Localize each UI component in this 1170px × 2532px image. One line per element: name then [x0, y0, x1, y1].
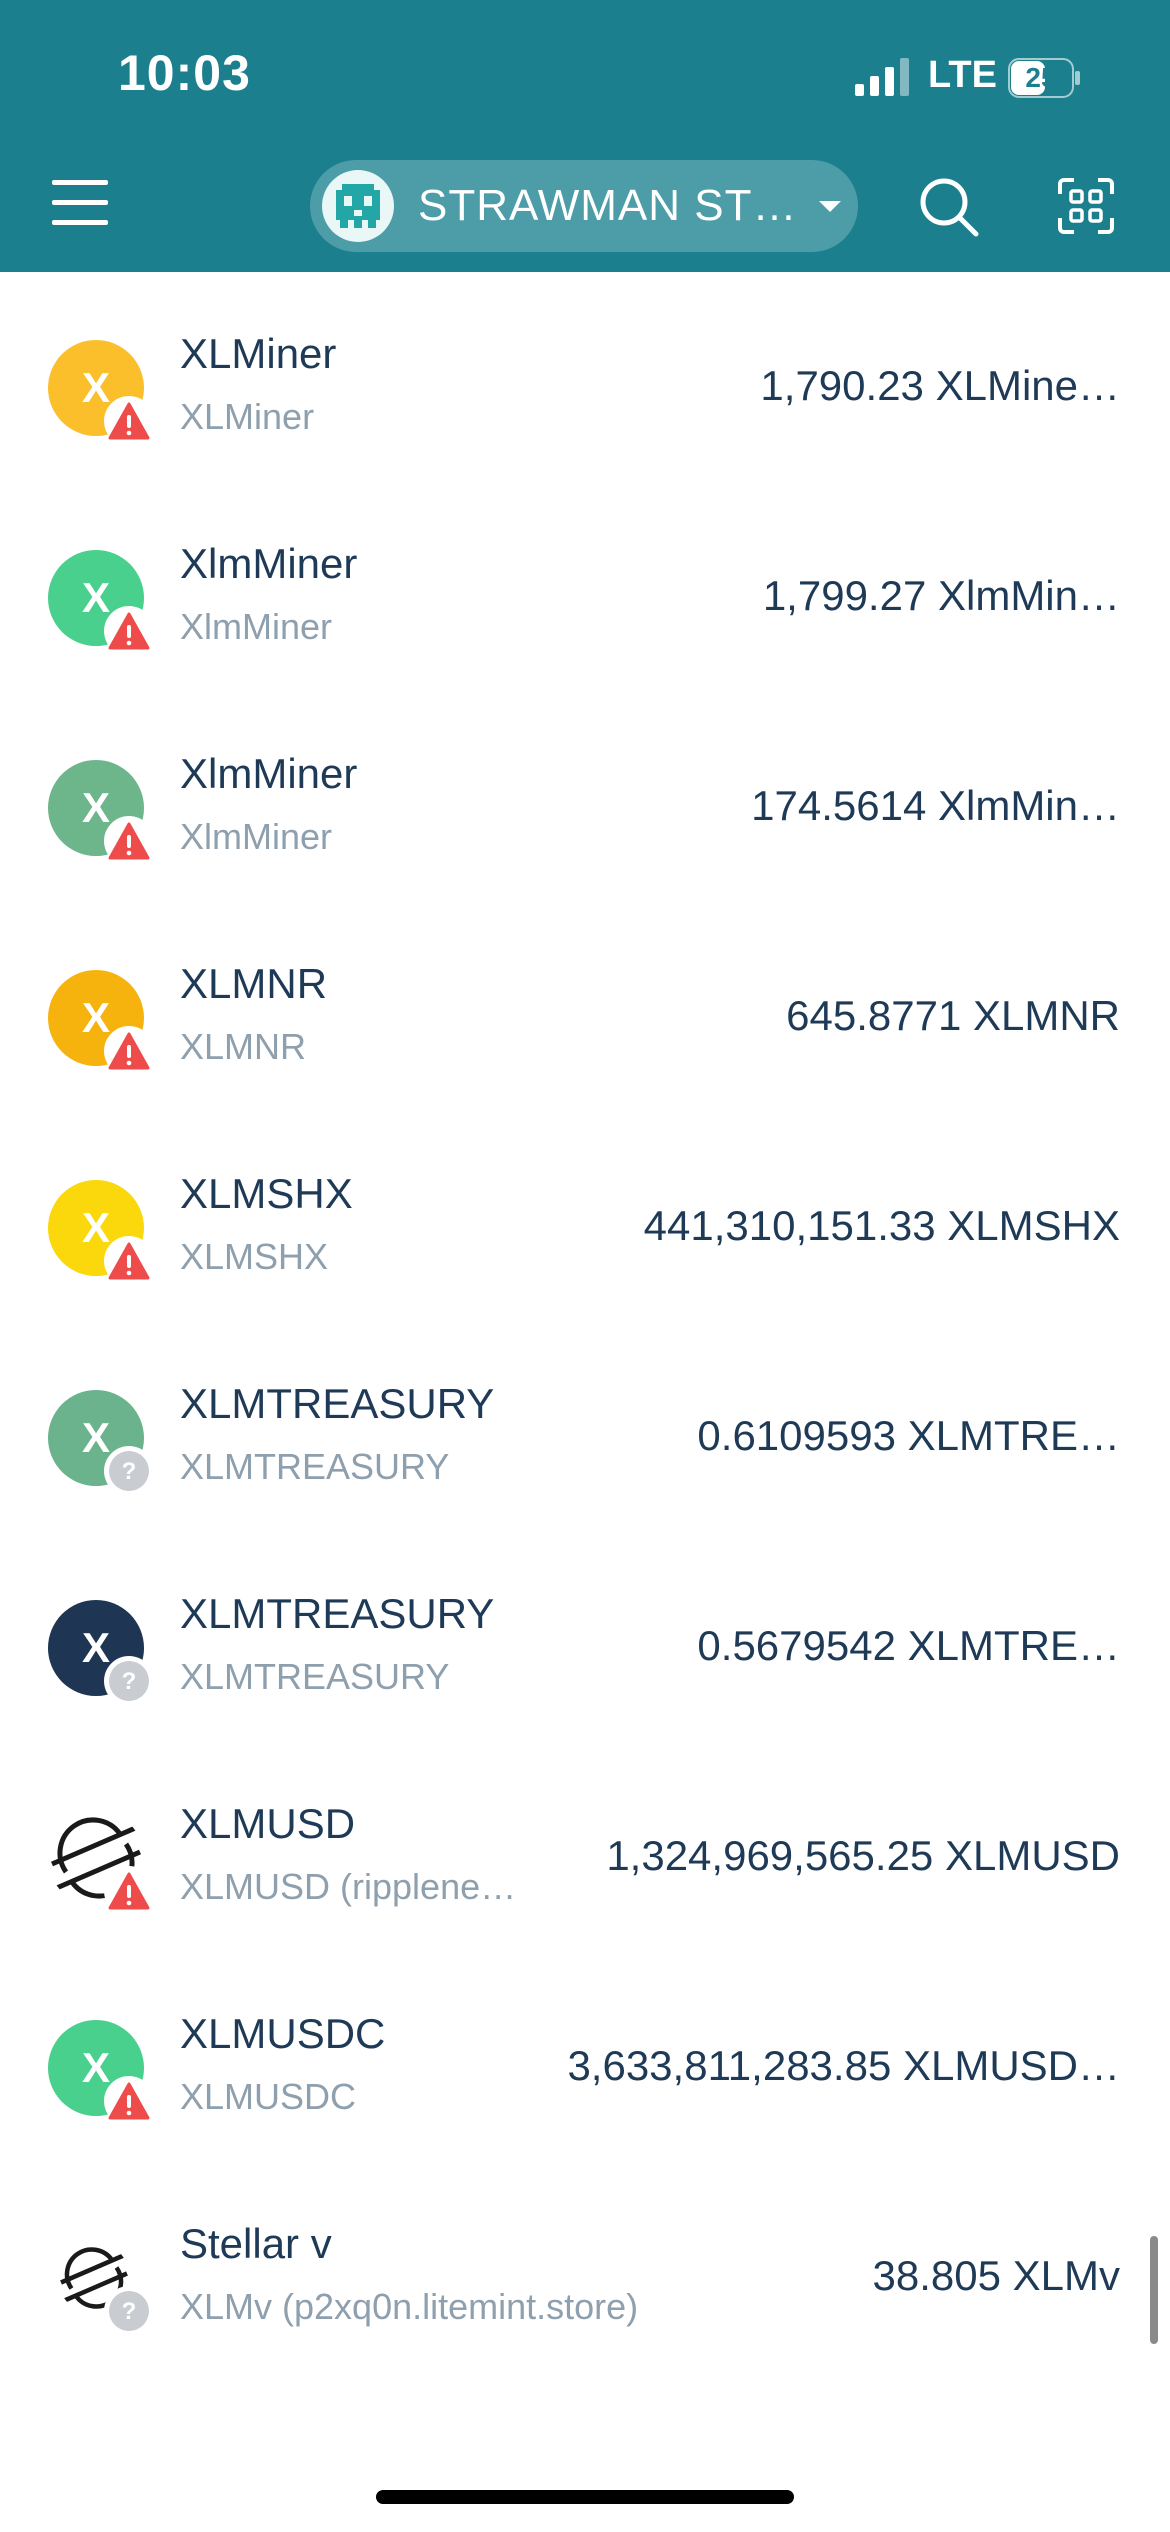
asset-list: X XLMiner XLMiner 1,790.23 XLMine… X Xlm…: [0, 272, 1170, 2372]
asset-issuer: XlmMiner: [180, 816, 333, 857]
asset-balance: 1,799.27 XlmMin…: [762, 572, 1120, 619]
warning-icon: [104, 396, 154, 446]
asset-balance: 645.8771 XLMNR: [786, 992, 1120, 1039]
battery-icon: 25: [1008, 58, 1082, 98]
account-name: STRAWMAN ST…: [418, 181, 798, 230]
asset-code: Stellar v: [180, 2220, 332, 2267]
asset-code: XLMSHX: [180, 1170, 353, 1217]
warning-icon: [104, 816, 154, 866]
scrollbar[interactable]: [1150, 2236, 1158, 2344]
warning-icon: [104, 1866, 154, 1916]
asset-row[interactable]: X XLMiner XLMiner 1,790.23 XLMine…: [0, 272, 1170, 482]
network-type: LTE: [928, 54, 997, 96]
asset-code: XLMUSDC: [180, 2010, 386, 2057]
asset-code: XLMiner: [180, 330, 337, 377]
asset-code: XLMUSD: [180, 1800, 356, 1847]
asset-row[interactable]: X ? XLMTREASURY XLMTREASURY 0.6109593 XL…: [0, 1322, 1170, 1532]
cellular-signal-icon: [855, 58, 909, 96]
asset-balance: 0.6109593 XLMTRE…: [697, 1412, 1120, 1459]
warning-icon: [104, 1236, 154, 1286]
warning-icon: [104, 606, 154, 656]
qr-scan-icon[interactable]: [1056, 176, 1116, 236]
warning-icon: [104, 2076, 154, 2126]
asset-balance: 174.5614 XlmMin…: [751, 782, 1120, 829]
asset-balance: 441,310,151.33 XLMSHX: [643, 1202, 1120, 1249]
account-avatar: [322, 170, 394, 242]
asset-row[interactable]: X XLMNR XLMNR 645.8771 XLMNR: [0, 902, 1170, 1112]
battery-level: 25: [1025, 62, 1057, 93]
asset-row[interactable]: X XlmMiner XlmMiner 1,799.27 XlmMin…: [0, 482, 1170, 692]
svg-text:?: ?: [122, 2298, 137, 2325]
asset-row[interactable]: X XLMSHX XLMSHX 441,310,151.33 XLMSHX: [0, 1112, 1170, 1322]
asset-row[interactable]: XLMUSD XLMUSD (ripplene… 1,324,969,565.2…: [0, 1742, 1170, 1952]
asset-balance: 38.805 XLMv: [872, 2252, 1121, 2299]
asset-balance: 1,790.23 XLMine…: [760, 362, 1120, 409]
asset-issuer: XLMUSDC: [180, 2076, 357, 2117]
asset-balance: 3,633,811,283.85 XLMUSD…: [567, 2042, 1120, 2089]
asset-code: XlmMiner: [180, 750, 358, 797]
home-indicator[interactable]: [376, 2490, 794, 2504]
asset-code: XlmMiner: [180, 540, 358, 587]
asset-row[interactable]: ? Stellar v XLMv (p2xq0n.litemint.store)…: [0, 2162, 1170, 2372]
asset-balance: 1,324,969,565.25 XLMUSD: [606, 1832, 1120, 1879]
app-header: 10:03 LTE 25 STRAWMAN ST…: [0, 0, 1170, 272]
question-mark-icon: ?: [104, 1656, 154, 1706]
asset-row[interactable]: X XLMUSDC XLMUSDC 3,633,811,283.85 XLMUS…: [0, 1952, 1170, 2162]
asset-code: XLMTREASURY: [180, 1380, 495, 1427]
svg-text:?: ?: [122, 1458, 137, 1485]
asset-code: XLMTREASURY: [180, 1590, 495, 1637]
warning-icon: [104, 1026, 154, 1076]
hamburger-menu-icon[interactable]: [52, 176, 112, 232]
asset-issuer: XLMSHX: [180, 1236, 329, 1277]
asset-issuer: XLMTREASURY: [180, 1656, 450, 1697]
asset-code: XLMNR: [180, 960, 328, 1007]
asset-issuer: XLMUSD (ripplene…: [180, 1866, 517, 1907]
asset-issuer: XlmMiner: [180, 606, 333, 647]
asset-issuer: XLMiner: [180, 396, 315, 437]
asset-issuer: XLMv (p2xq0n.litemint.store): [180, 2286, 639, 2327]
svg-text:?: ?: [122, 1668, 137, 1695]
asset-row[interactable]: X XlmMiner XlmMiner 174.5614 XlmMin…: [0, 692, 1170, 902]
chevron-down-icon: [819, 200, 842, 212]
search-icon[interactable]: [918, 176, 980, 238]
asset-balance: 0.5679542 XLMTRE…: [697, 1622, 1120, 1669]
status-time: 10:03: [118, 45, 251, 101]
pixel-avatar-icon: [336, 184, 380, 228]
question-mark-icon: ?: [104, 2286, 154, 2336]
asset-issuer: XLMNR: [180, 1026, 307, 1067]
question-mark-icon: ?: [104, 1446, 154, 1496]
asset-issuer: XLMTREASURY: [180, 1446, 450, 1487]
account-selector[interactable]: STRAWMAN ST…: [310, 160, 858, 252]
asset-row[interactable]: X ? XLMTREASURY XLMTREASURY 0.5679542 XL…: [0, 1532, 1170, 1742]
